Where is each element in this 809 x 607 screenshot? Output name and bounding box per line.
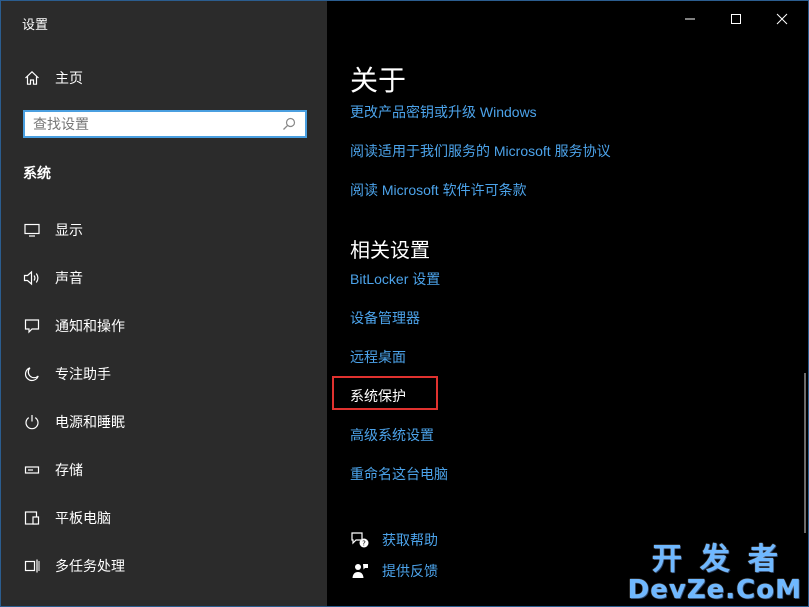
get-help-link[interactable]: 获取帮助 xyxy=(382,530,438,550)
sidebar-item-sound[interactable]: 声音 xyxy=(1,258,327,298)
tablet-icon xyxy=(23,509,41,527)
sidebar: 设置 主页 系统 显示 声音 xyxy=(1,1,327,606)
power-icon xyxy=(23,413,41,431)
feedback-link[interactable]: 提供反馈 xyxy=(382,561,438,581)
sidebar-item-label: 平板电脑 xyxy=(55,510,111,526)
watermark-line2: DevZe.CoM xyxy=(627,575,802,605)
sound-icon xyxy=(23,269,41,287)
search-box xyxy=(23,110,307,138)
license-terms-link[interactable]: 阅读 Microsoft 软件许可条款 xyxy=(350,180,527,200)
remote-desktop-link[interactable]: 远程桌面 xyxy=(350,347,406,367)
feedback-row[interactable]: 提供反馈 xyxy=(350,560,438,582)
sidebar-item-label: 多任务处理 xyxy=(55,558,125,574)
scrollbar[interactable] xyxy=(804,373,806,533)
window-title: 设置 xyxy=(22,17,49,32)
home-icon xyxy=(23,69,41,87)
service-agreement-link[interactable]: 阅读适用于我们服务的 Microsoft 服务协议 xyxy=(350,141,611,161)
advanced-system-settings-link[interactable]: 高级系统设置 xyxy=(350,425,434,445)
sidebar-item-power-sleep[interactable]: 电源和睡眠 xyxy=(1,402,327,442)
sidebar-item-tablet[interactable]: 平板电脑 xyxy=(1,498,327,538)
help-chat-icon: ? xyxy=(350,530,370,550)
settings-window: 设置 主页 系统 显示 声音 xyxy=(0,0,809,607)
multitask-icon xyxy=(23,557,41,575)
sidebar-item-display[interactable]: 显示 xyxy=(1,210,327,250)
search-icon[interactable] xyxy=(279,114,299,134)
section-title: 系统 xyxy=(23,165,51,181)
svg-text:?: ? xyxy=(362,540,366,548)
about-heading: 关于 xyxy=(350,65,407,96)
sidebar-item-label: 电源和睡眠 xyxy=(55,414,125,430)
bitlocker-settings-link[interactable]: BitLocker 设置 xyxy=(350,269,440,289)
watermark-line1: 开发者 xyxy=(651,542,796,577)
sidebar-item-label: 主页 xyxy=(55,70,83,86)
sidebar-item-notifications[interactable]: 通知和操作 xyxy=(1,306,327,346)
search-input[interactable] xyxy=(25,113,279,135)
system-protection-link[interactable]: 系统保护 xyxy=(350,386,406,406)
sidebar-item-focus-assist[interactable]: 专注助手 xyxy=(1,354,327,394)
storage-icon xyxy=(23,461,41,479)
sidebar-item-multitasking[interactable]: 多任务处理 xyxy=(1,546,327,586)
sidebar-item-home[interactable]: 主页 xyxy=(1,58,327,98)
rename-pc-link[interactable]: 重命名这台电脑 xyxy=(350,464,448,484)
sidebar-item-label: 通知和操作 xyxy=(55,318,125,334)
sidebar-item-label: 显示 xyxy=(55,222,83,238)
display-icon xyxy=(23,221,41,239)
watermark-logo: 开发者 DevZe.CoM xyxy=(627,544,802,605)
get-help-row[interactable]: ? 获取帮助 xyxy=(350,529,438,551)
sidebar-item-label: 声音 xyxy=(55,270,83,286)
sidebar-item-label: 存储 xyxy=(55,462,83,478)
device-manager-link[interactable]: 设备管理器 xyxy=(350,308,420,328)
feedback-icon xyxy=(350,561,370,581)
sidebar-item-storage[interactable]: 存储 xyxy=(1,450,327,490)
main-content: 关于 更改产品密钥或升级 Windows 阅读适用于我们服务的 Microsof… xyxy=(327,1,808,606)
change-product-key-link[interactable]: 更改产品密钥或升级 Windows xyxy=(350,102,537,122)
moon-icon xyxy=(23,365,41,383)
sidebar-item-label: 专注助手 xyxy=(55,366,111,382)
notification-icon xyxy=(23,317,41,335)
related-settings-heading: 相关设置 xyxy=(350,240,430,262)
